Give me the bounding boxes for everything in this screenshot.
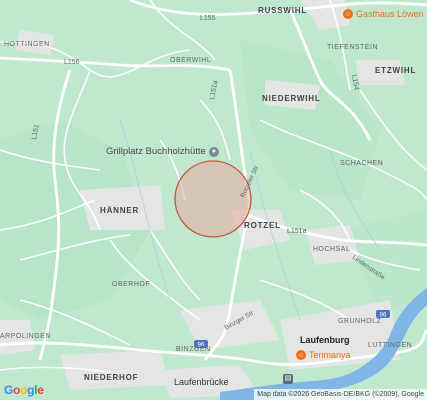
poi-tenmanya[interactable]: ○ Tenmanya bbox=[296, 350, 351, 360]
place-label-grunholz: GRUNHOLZ bbox=[338, 318, 382, 325]
road-label-l155: L155 bbox=[200, 15, 216, 22]
place-label-oberwihl: OBERWIHL bbox=[170, 57, 212, 64]
restaurant-icon: ○ bbox=[296, 350, 306, 360]
google-logo: Google bbox=[4, 383, 44, 397]
map-attribution[interactable]: Map data ©2026 GeoBasis-DE/BKG (©2009), … bbox=[254, 389, 427, 400]
place-label-laufenbrucke: Laufenbrücke bbox=[174, 377, 229, 387]
poi-gasthaus-loewen[interactable]: ○ Gasthaus Löwen bbox=[343, 9, 424, 19]
place-label-niederhof: NIEDERHOF bbox=[84, 373, 139, 382]
place-label-oberhof: OBERHOF bbox=[112, 281, 151, 288]
poi-gasthaus-label: Gasthaus Löwen bbox=[356, 9, 424, 19]
place-label-binzgen: BINZGEN bbox=[176, 346, 211, 353]
place-label-carpolingen: ARPOLINGEN bbox=[0, 333, 51, 340]
place-label-schachen: SCHACHEN bbox=[340, 160, 384, 167]
place-label-hanner: HÄNNER bbox=[100, 206, 140, 215]
place-label-rotzel: ROTZEL bbox=[244, 221, 281, 230]
place-label-hottingen: HOTTINGEN bbox=[4, 41, 50, 48]
place-label-laufenburg[interactable]: Laufenburg bbox=[300, 335, 350, 345]
radius-circle[interactable] bbox=[174, 160, 252, 238]
place-label-luttingen: LUTTINGEN bbox=[368, 342, 413, 349]
road-label-l151a-mid: L151a bbox=[287, 228, 307, 235]
poi-grillplatz[interactable]: Grillplatz Buchholzhütte ● bbox=[106, 146, 219, 157]
place-label-tiefenstein: TIEFENSTEIN bbox=[327, 44, 379, 51]
place-label-etzwihl: ETZWIHL bbox=[375, 66, 417, 75]
road-label-l156: L156 bbox=[64, 59, 80, 66]
restaurant-icon: ○ bbox=[343, 9, 353, 19]
place-label-hochsal: HOCHSAL bbox=[313, 246, 351, 253]
poi-tenmanya-label: Tenmanya bbox=[309, 350, 351, 360]
train-station-icon[interactable]: ▤ bbox=[283, 374, 293, 384]
poi-grillplatz-label: Grillplatz Buchholzhütte bbox=[106, 146, 206, 157]
place-label-niederwihl: NIEDERWIHL bbox=[262, 94, 321, 103]
place-pin-icon: ● bbox=[208, 146, 219, 157]
place-label-russwihl: RUSSWIHL bbox=[258, 6, 308, 15]
